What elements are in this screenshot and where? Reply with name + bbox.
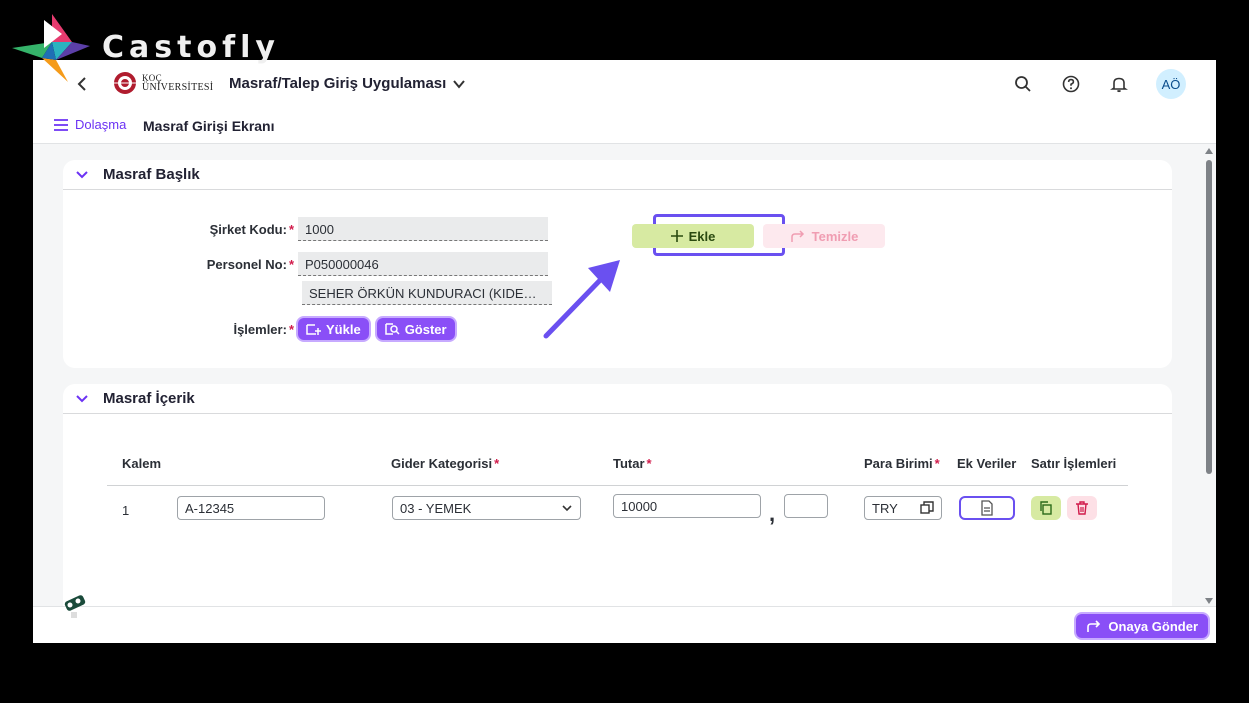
forward-arrow-icon — [1087, 620, 1101, 632]
delete-row-button[interactable] — [1067, 496, 1097, 520]
show-button-label: Göster — [404, 321, 447, 337]
item-code-input[interactable]: A-12345 — [177, 496, 325, 520]
navigation-label: Dolaşma — [75, 117, 127, 132]
help-icon — [1062, 75, 1080, 93]
collapse-chevron-icon[interactable] — [75, 168, 89, 182]
personnel-no-row: Personel No: * P050000046 — [98, 252, 548, 276]
document-search-icon — [384, 323, 400, 335]
document-icon — [981, 500, 993, 516]
castofly-watermark: Castofly — [12, 12, 275, 84]
amount-input[interactable]: 10000 — [613, 494, 761, 518]
operations-label: İşlemler: * — [233, 321, 294, 337]
column-header-category: Gider Kategorisi * — [391, 456, 500, 471]
column-header-currency: Para Birimi * — [864, 456, 940, 471]
expense-content-panel: Masraf İçerik Kalem Gider Kategorisi * Tu… — [63, 384, 1172, 624]
submit-button-label: Onaya Gönder — [1108, 618, 1198, 634]
vertical-scrollbar[interactable] — [1204, 146, 1214, 606]
operations-row: İşlemler: * Yükle Göster — [98, 318, 455, 340]
help-button[interactable] — [1060, 73, 1082, 95]
decimal-input[interactable] — [784, 494, 828, 518]
column-header-extra-data: Ek Veriler — [957, 456, 1017, 471]
screen-title: Masraf Girişi Ekranı — [143, 118, 275, 134]
trash-icon — [1076, 501, 1088, 515]
app-title: Masraf/Talep Giriş Uygulaması — [229, 75, 447, 92]
footer-bar: Onaya Gönder — [33, 606, 1216, 643]
logo-text: KOÇ ÜNİVERSİTESİ — [142, 74, 214, 93]
search-icon — [1015, 76, 1031, 92]
screen-stage: Castofly KOÇ ÜNİVERSİTESİ Masraf/Talep G… — [0, 0, 1249, 703]
company-code-label: Şirket Kodu: * — [209, 221, 294, 237]
collapse-chevron-icon[interactable] — [75, 392, 89, 406]
upload-button-label: Yükle — [326, 321, 361, 337]
category-select[interactable]: 03 - YEMEK — [392, 496, 581, 520]
personnel-no-label: Personel No: * — [206, 256, 294, 272]
plus-icon — [670, 230, 683, 242]
category-selected-value: 03 - YEMEK — [400, 500, 472, 516]
app-title-menu[interactable]: Masraf/Talep Giriş Uygulaması — [229, 75, 466, 92]
sub-bar: Dolaşma Masraf Girişi Ekranı — [33, 108, 1216, 144]
submit-for-approval-button[interactable]: Onaya Gönder — [1076, 614, 1208, 638]
top-icons: AÖ — [1012, 69, 1186, 99]
decimal-separator: , — [769, 501, 776, 526]
column-header-item: Kalem — [122, 456, 162, 471]
hamburger-menu-icon — [54, 118, 68, 131]
recording-tool-icon — [64, 595, 86, 618]
clear-button-label: Temizle — [811, 228, 859, 244]
add-button[interactable]: Ekle — [632, 224, 754, 248]
notifications-button[interactable] — [1108, 73, 1130, 95]
annotation-arrow-icon — [543, 260, 620, 339]
app-window: KOÇ ÜNİVERSİTESİ Masraf/Talep Giriş Uygu… — [33, 60, 1216, 643]
copy-row-button[interactable] — [1031, 496, 1061, 520]
user-avatar[interactable]: AÖ — [1156, 69, 1186, 99]
scroll-up-arrow-icon[interactable] — [1204, 146, 1214, 156]
scroll-down-arrow-icon[interactable] — [1204, 596, 1214, 606]
chevron-down-icon — [453, 79, 466, 89]
search-button[interactable] — [1012, 73, 1034, 95]
copy-window-icon[interactable] — [920, 501, 934, 515]
upload-button[interactable]: Yükle — [298, 318, 369, 340]
castofly-logo-icon — [12, 14, 90, 82]
expense-header-title: Masraf Başlık — [103, 166, 200, 183]
redo-arrow-icon — [790, 230, 804, 242]
navigation-button[interactable]: Dolaşma — [53, 117, 126, 132]
top-bar: KOÇ ÜNİVERSİTESİ Masraf/Talep Giriş Uygu… — [33, 60, 1216, 108]
upload-file-icon — [306, 324, 321, 335]
koc-university-logo: KOÇ ÜNİVERSİTESİ — [113, 71, 213, 95]
expense-header-panel-head: Masraf Başlık — [63, 160, 1172, 190]
row-number: 1 — [122, 503, 130, 518]
chevron-down-icon — [562, 505, 572, 512]
currency-value: TRY — [872, 500, 898, 516]
bell-icon — [1110, 77, 1128, 93]
koc-emblem-icon — [114, 72, 136, 94]
table-header-divider — [107, 485, 1128, 486]
copy-icon — [1040, 501, 1052, 515]
extra-data-button[interactable] — [959, 496, 1015, 520]
scroll-thumb[interactable] — [1206, 160, 1212, 474]
expense-content-title: Masraf İçerik — [103, 390, 195, 407]
currency-field[interactable]: TRY — [864, 496, 942, 520]
add-button-label: Ekle — [688, 228, 716, 244]
show-button[interactable]: Göster — [376, 318, 455, 340]
column-header-row-ops: Satır İşlemleri — [1031, 456, 1117, 471]
clear-button[interactable]: Temizle — [763, 224, 885, 248]
column-header-amount: Tutar * — [613, 456, 652, 471]
logo-line-2: ÜNİVERSİTESİ — [142, 82, 214, 93]
castofly-wordmark: Castofly — [102, 30, 280, 65]
company-code-row: Şirket Kodu: * 1000 — [98, 217, 548, 241]
expense-content-panel-head: Masraf İçerik — [63, 384, 1172, 414]
